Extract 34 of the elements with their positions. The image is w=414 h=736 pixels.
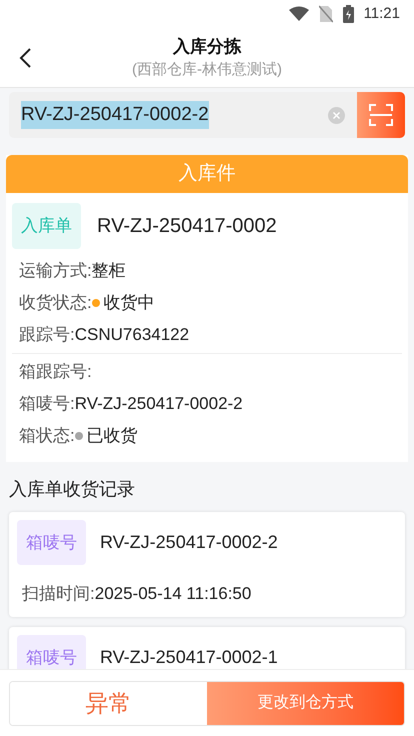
order-number: RV-ZJ-250417-0002 xyxy=(97,214,277,239)
search-field[interactable]: RV-ZJ-250417-0002-2 xyxy=(9,92,405,138)
wifi-icon xyxy=(288,6,309,22)
field-label: 箱唛号: xyxy=(19,392,75,415)
field-value: CSNU7634122 xyxy=(74,324,190,346)
no-sim-icon xyxy=(318,5,333,23)
record-card[interactable]: 箱唛号 RV-ZJ-250417-0002-2 扫描时间:2025-05-14 11:16:50 xyxy=(9,512,405,616)
field-label: 收货状态: xyxy=(19,292,92,314)
page-title: 入库分拣 xyxy=(173,36,241,58)
scan-label: 扫描时间: xyxy=(22,584,95,603)
order-tag: 入库单 xyxy=(12,203,81,248)
scan-icon xyxy=(369,104,393,126)
record-code: RV-ZJ-250417-0002-1 xyxy=(100,646,278,669)
field-value: 收货中 xyxy=(104,292,155,314)
record-tag: 箱唛号 xyxy=(17,520,86,565)
scan-button[interactable] xyxy=(357,92,405,138)
status-time: 11:21 xyxy=(364,4,400,24)
field-label: 箱跟踪号: xyxy=(19,360,92,383)
field-label: 跟踪号: xyxy=(19,324,75,346)
record-card[interactable]: 箱唛号 RV-ZJ-250417-0002-1 xyxy=(9,626,405,669)
search-value: RV-ZJ-250417-0002-2 xyxy=(21,100,209,130)
section-title: 入库件 xyxy=(178,162,236,186)
record-tag: 箱唛号 xyxy=(17,634,86,669)
battery-icon xyxy=(342,5,354,23)
field-label: 箱状态: xyxy=(19,424,75,447)
field-value: 已收货 xyxy=(86,424,138,447)
field-value: RV-ZJ-250417-0002-2 xyxy=(74,392,243,415)
page-subtitle: (西部仓库-林伟意测试) xyxy=(132,60,282,80)
field-value: 整柜 xyxy=(92,260,126,282)
records-title: 入库单收货记录 xyxy=(9,478,136,500)
clear-icon[interactable] xyxy=(328,106,345,124)
scan-time: 2025-05-14 11:16:50 xyxy=(94,584,252,603)
field-label: 运输方式: xyxy=(19,260,92,282)
record-code: RV-ZJ-250417-0002-2 xyxy=(100,530,278,554)
